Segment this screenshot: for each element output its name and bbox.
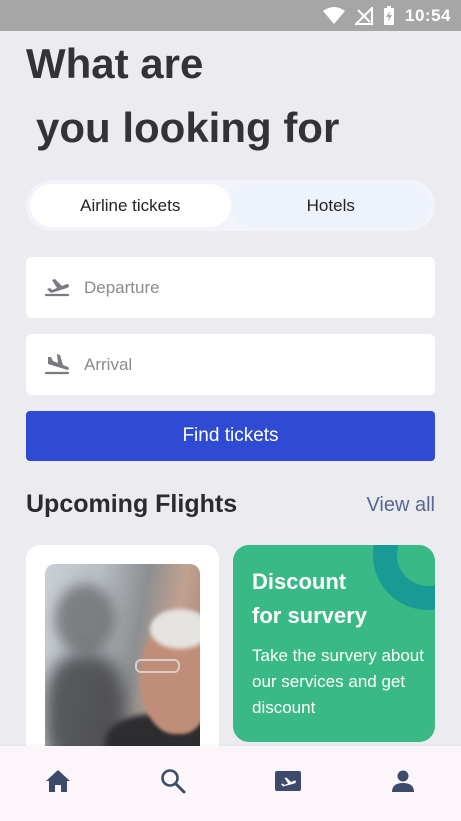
promo-title: Discount for survery bbox=[252, 565, 367, 633]
nav-home[interactable] bbox=[33, 759, 83, 809]
page-title: What are you looking for bbox=[26, 32, 339, 160]
promo-title-line1: Discount bbox=[252, 569, 347, 594]
arrival-field[interactable] bbox=[26, 334, 435, 395]
upcoming-flights-title: Upcoming Flights bbox=[26, 490, 238, 518]
flight-takeoff-icon bbox=[43, 274, 71, 302]
signal-icon bbox=[355, 6, 374, 25]
page-title-line1: What are bbox=[26, 40, 204, 87]
battery-charging-icon bbox=[383, 5, 395, 26]
tab-hotels[interactable]: Hotels bbox=[230, 184, 431, 227]
flight-card-photo bbox=[45, 564, 200, 760]
find-tickets-button[interactable]: Find tickets bbox=[26, 411, 435, 461]
promo-body: Take the survery about our services and … bbox=[252, 646, 424, 717]
nav-tickets[interactable] bbox=[263, 759, 313, 809]
status-bar: 10:54 bbox=[0, 0, 461, 31]
search-icon bbox=[160, 768, 186, 799]
upcoming-flight-card[interactable] bbox=[26, 545, 219, 760]
nav-search[interactable] bbox=[148, 759, 198, 809]
ticket-icon bbox=[274, 770, 302, 797]
bottom-navigation bbox=[0, 746, 461, 821]
promo-title-line2: for survery bbox=[252, 603, 367, 628]
decorative-ring bbox=[373, 545, 435, 610]
flight-landing-icon bbox=[43, 351, 71, 379]
arrival-input[interactable] bbox=[84, 354, 384, 375]
departure-input[interactable] bbox=[84, 277, 384, 298]
tab-airline-tickets[interactable]: Airline tickets bbox=[30, 184, 231, 227]
departure-field[interactable] bbox=[26, 257, 435, 318]
discount-survey-card[interactable]: Discount for survery Take the survery ab… bbox=[233, 545, 435, 742]
status-time: 10:54 bbox=[405, 5, 451, 25]
view-all-link[interactable]: View all bbox=[366, 494, 435, 517]
wifi-icon bbox=[323, 6, 346, 25]
home-icon bbox=[45, 769, 71, 798]
ticket-type-toggle: Airline tickets Hotels bbox=[26, 180, 435, 231]
profile-icon bbox=[391, 769, 415, 798]
nav-profile[interactable] bbox=[378, 759, 428, 809]
page-title-line2: you looking for bbox=[36, 104, 340, 151]
